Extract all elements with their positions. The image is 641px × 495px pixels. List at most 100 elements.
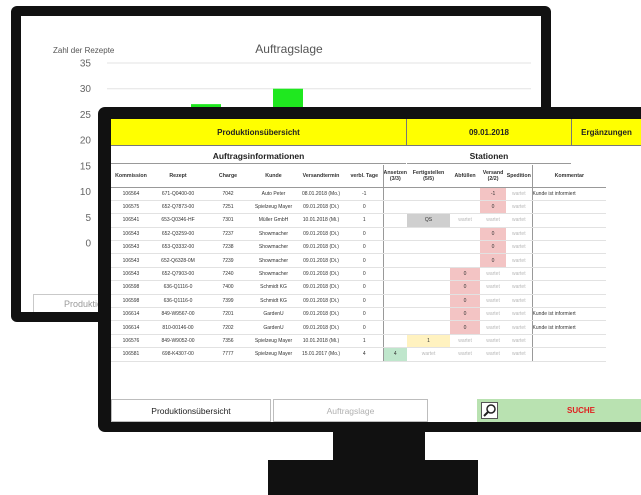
table-cell: [407, 294, 451, 309]
table-cell: 7239: [205, 253, 251, 268]
table-cell: 671-Q0400-00: [151, 187, 205, 201]
table-row[interactable]: 106543 652-Q7903-00 7240 Showmacher 09.01.20…: [111, 267, 607, 282]
current-date: 09.01.2018: [468, 128, 510, 137]
table-cell: 849-W9052-00: [151, 334, 205, 349]
section-underline: [111, 163, 406, 164]
search-button[interactable]: SUCHE: [477, 399, 641, 422]
table-cell: [382, 320, 408, 335]
table-cell: 7400: [205, 280, 251, 295]
table-row[interactable]: 106543 652-Q6328-0M 7239 Showmacher 09.01.20…: [111, 253, 607, 268]
table-cell: 652-Q3259-00: [151, 227, 205, 242]
table-cell: wartet: [480, 307, 507, 322]
table-cell: 106598: [111, 280, 151, 295]
y-tick-label: 10: [80, 187, 92, 198]
table-cell: 106564: [111, 187, 151, 201]
table-cell: [531, 240, 607, 255]
table-cell: [407, 227, 451, 242]
column-header: Versandtermin: [296, 165, 346, 188]
table-cell: wartet: [506, 200, 533, 215]
table-row[interactable]: 106576 849-W9052-00 7356 Spielzeug Mayer 10.…: [111, 334, 607, 349]
table-cell: 0: [450, 320, 481, 335]
table-cell: 106614: [111, 307, 151, 322]
table-cell: 7251: [205, 200, 251, 215]
table-cell: 810-00146-00: [151, 320, 205, 335]
tab-auftragslage[interactable]: Auftragslage: [273, 399, 428, 422]
table-cell: 7240: [205, 267, 251, 282]
monitor-stand-foot: [268, 460, 478, 495]
table-cell: wartet: [506, 294, 533, 309]
table-cell: [407, 280, 451, 295]
table-row[interactable]: 106564 671-Q0400-00 7042 Auto Peter 08.01.20…: [111, 187, 607, 201]
column-header: Spedition: [506, 165, 533, 188]
table-cell: 0: [480, 227, 507, 242]
table-cell: Müller GmbH: [251, 213, 296, 228]
table-cell: Kunde ist informiert: [531, 320, 607, 335]
table-cell: [450, 253, 481, 268]
table-cell: [407, 253, 451, 268]
table-cell: 09.01.2018 (Di.): [296, 267, 346, 282]
table-cell: 7202: [205, 320, 251, 335]
column-header: Ansetzen (3/3): [382, 165, 408, 188]
table-cell: 08.01.2018 (Mo.): [296, 187, 346, 201]
table-cell: [531, 334, 607, 349]
table-row[interactable]: 106598 636-Q1116-0 7400 Schmidt KG 09.01.201…: [111, 280, 607, 295]
table-cell: 106541: [111, 213, 151, 228]
table-cell: [382, 187, 408, 201]
tab-produktionsuebersicht[interactable]: Produktionsübersicht: [111, 399, 271, 422]
table-cell: wartet: [506, 267, 533, 282]
table-cell: 7356: [205, 334, 251, 349]
table-cell: 09.01.2018 (Di.): [296, 227, 346, 242]
table-cell: [382, 240, 408, 255]
table-cell: 7301: [205, 213, 251, 228]
table-cell: 636-Q1116-0: [151, 280, 205, 295]
table-cell: Auto Peter: [251, 187, 296, 201]
table-cell: wartet: [480, 294, 507, 309]
extras-title: Ergänzungen: [581, 128, 632, 137]
monitor-stand-neck: [333, 432, 425, 460]
table-row[interactable]: 106541 653-Q0346-HF 7301 Müller GmbH 10.01.2…: [111, 213, 607, 228]
table-cell: 652-Q6328-0M: [151, 253, 205, 268]
table-row[interactable]: 106543 653-Q3332-00 7238 Showmacher 09.01.20…: [111, 240, 607, 255]
section-auftragsinformationen: Auftragsinformationen: [212, 151, 305, 161]
table-cell: 106543: [111, 240, 151, 255]
table-cell: 0: [450, 267, 481, 282]
table-cell: 09.01.2018 (Di.): [296, 240, 346, 255]
table-cell: [382, 280, 408, 295]
y-tick-label: 20: [80, 136, 92, 147]
section-stationen: Stationen: [469, 151, 509, 161]
production-table: Kommission Rezept Charge Kunde Versandtermin…: [111, 165, 607, 362]
table-cell: GardenU: [251, 307, 296, 322]
table-cell: wartet: [506, 320, 533, 335]
column-header: verbl. Tage: [346, 165, 383, 188]
table-cell: 0: [346, 240, 383, 255]
table-cell: Spielzeug Mayer: [251, 347, 296, 362]
table-cell: 106543: [111, 253, 151, 268]
table-cell: 10.01.2018 (Mi.): [296, 334, 346, 349]
table-cell: [382, 227, 408, 242]
table-cell: 09.01.2018 (Di.): [296, 280, 346, 295]
column-header: Fertigstellen (5/5): [407, 165, 451, 188]
table-cell: Kunde ist informiert: [531, 307, 607, 322]
table-cell: 0: [450, 280, 481, 295]
table-cell: 653-Q3332-00: [151, 240, 205, 255]
header-bar: Produktionsübersicht 09.01.2018 Ergänzun…: [111, 119, 641, 146]
table-row[interactable]: 106575 652-Q7873-00 7251 Spielzeug Mayer 09.…: [111, 200, 607, 215]
table-row[interactable]: 106614 849-W9567-00 7201 GardenU 09.01.2018 …: [111, 307, 607, 322]
table-cell: wartet: [450, 213, 481, 228]
y-tick-label: 0: [85, 239, 91, 250]
table-cell: [531, 347, 607, 362]
table-cell: 7237: [205, 227, 251, 242]
table-row[interactable]: 106543 652-Q3259-00 7237 Showmacher 09.01.20…: [111, 227, 607, 242]
table-cell: wartet: [480, 280, 507, 295]
table-cell: 0: [346, 200, 383, 215]
table-cell: [531, 213, 607, 228]
table-cell: 7238: [205, 240, 251, 255]
table-row[interactable]: 106598 636-Q1116-0 7399 Schmidt KG 09.01.201…: [111, 294, 607, 309]
table-cell: [382, 267, 408, 282]
table-cell: [407, 187, 451, 201]
table-cell: 0: [480, 253, 507, 268]
table-cell: wartet: [506, 253, 533, 268]
table-row[interactable]: 106581 698-K4307-00 7777 Spielzeug Mayer 15.…: [111, 347, 607, 362]
table-cell: 698-K4307-00: [151, 347, 205, 362]
table-row[interactable]: 106614 810-00146-00 7202 GardenU 09.01.2018 …: [111, 320, 607, 335]
